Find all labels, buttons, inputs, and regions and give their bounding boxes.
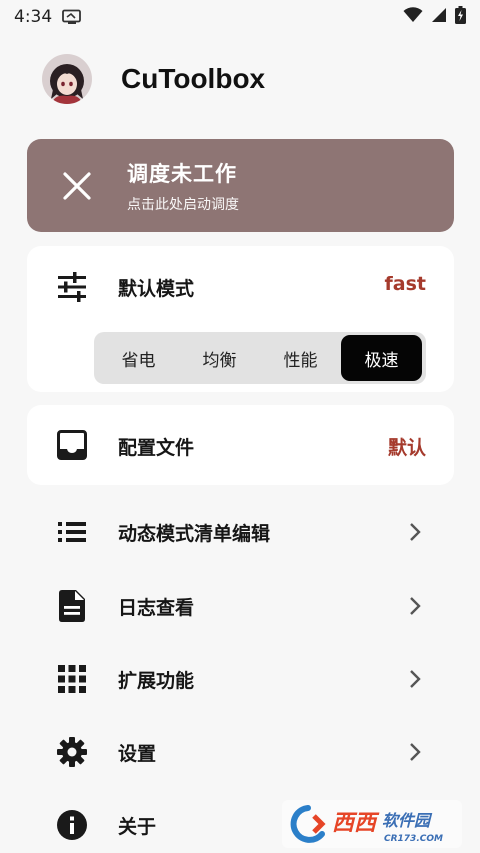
- config-file-card[interactable]: 配置文件 默认: [27, 405, 454, 485]
- app-title: CuToolbox: [121, 63, 266, 94]
- default-mode-label: 默认模式: [118, 278, 195, 300]
- menu-item-label: 设置: [118, 742, 157, 765]
- chevron-right-icon: [404, 595, 426, 617]
- config-file-value: 默认: [387, 437, 426, 459]
- default-mode-card: 默认模式 fast 省电 均衡 性能 极速: [27, 246, 454, 392]
- menu-item-label: 日志查看: [118, 596, 195, 619]
- mode-option-balance[interactable]: 均衡: [179, 335, 260, 381]
- mode-segmented-control: 省电 均衡 性能 极速: [94, 332, 426, 384]
- menu-item-settings[interactable]: 设置: [0, 721, 480, 783]
- scheduler-status-banner[interactable]: 调度未工作 点击此处启动调度: [27, 139, 454, 232]
- menu-item-label: 扩展功能: [118, 669, 195, 692]
- watermark-logo: 西西 软件园 CR173.COM: [282, 800, 462, 848]
- gear-icon: [56, 736, 88, 768]
- default-mode-value: fast: [384, 273, 426, 295]
- chevron-right-icon: [404, 741, 426, 763]
- menu-item-label: 动态模式清单编辑: [118, 522, 271, 545]
- menu-item-log-view[interactable]: 日志查看: [0, 575, 480, 637]
- svg-text:西西: 西西: [332, 811, 380, 836]
- inbox-tray-icon: [56, 429, 88, 461]
- menu-item-label: 关于: [118, 815, 157, 838]
- screen-cast-icon: [62, 9, 82, 25]
- status-time: 4:34: [14, 7, 53, 27]
- mode-option-power-save[interactable]: 省电: [98, 335, 179, 381]
- svg-text:CR173.COM: CR173.COM: [384, 834, 443, 844]
- chevron-right-icon: [404, 668, 426, 690]
- menu-item-extensions[interactable]: 扩展功能: [0, 648, 480, 710]
- svg-text:软件园: 软件园: [382, 811, 433, 830]
- banner-subtitle: 点击此处启动调度: [127, 196, 239, 213]
- tune-sliders-icon: [54, 269, 90, 305]
- apps-grid-icon: [56, 663, 88, 695]
- battery-charging-icon: [455, 6, 466, 28]
- avatar[interactable]: [42, 54, 92, 104]
- close-icon: [59, 168, 95, 204]
- signal-icon: [431, 7, 447, 27]
- mode-option-performance[interactable]: 性能: [260, 335, 341, 381]
- list-icon: [56, 516, 88, 548]
- chevron-right-icon: [404, 521, 426, 543]
- document-icon: [56, 590, 88, 622]
- info-icon: [56, 809, 88, 841]
- status-icons: [403, 6, 466, 28]
- wifi-icon: [403, 7, 423, 27]
- banner-title: 调度未工作: [127, 161, 237, 186]
- app-screen: 4:34 CuToolbox 调度未工作 点击此处启动调度 默认模式 fast …: [0, 0, 480, 853]
- app-header: CuToolbox: [42, 54, 265, 104]
- config-file-label: 配置文件: [118, 437, 195, 459]
- status-bar: 4:34: [0, 0, 480, 34]
- menu-item-dynamic-mode-list[interactable]: 动态模式清单编辑: [0, 501, 480, 563]
- mode-option-fast[interactable]: 极速: [341, 335, 422, 381]
